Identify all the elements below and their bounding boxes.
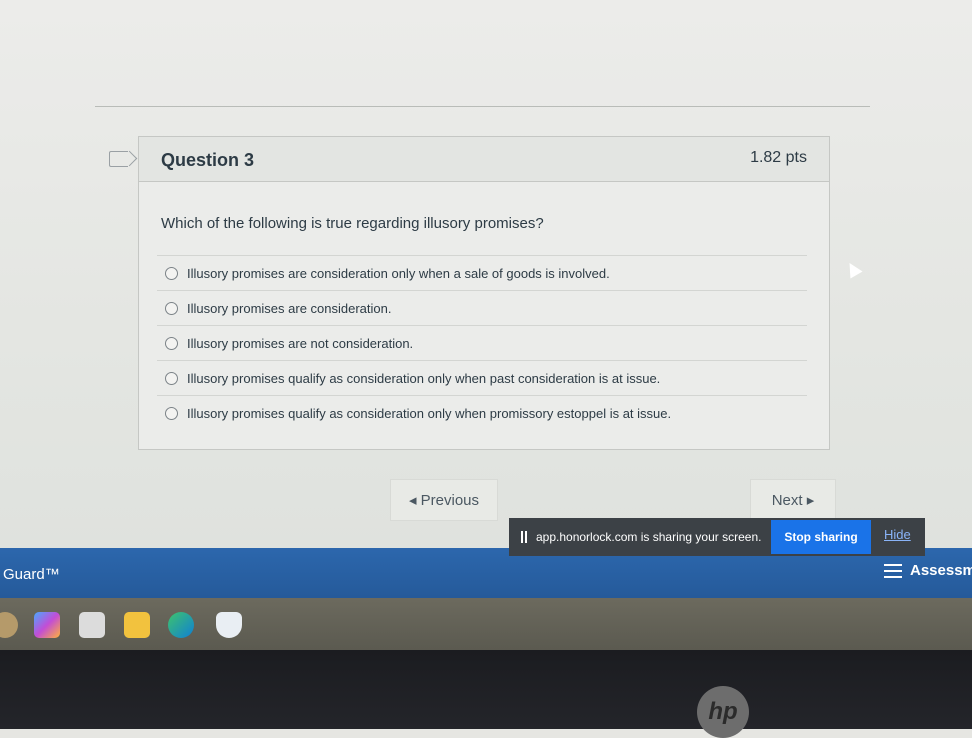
browser-viewport: Question 3 1.82 pts Which of the followi… [0, 0, 972, 548]
honorlock-shield-icon[interactable] [216, 612, 242, 638]
previous-button[interactable]: ◂ Previous [390, 479, 498, 521]
store-icon[interactable] [79, 612, 105, 638]
extension-label: Guard™ [3, 566, 60, 583]
radio-button[interactable] [165, 336, 178, 350]
screen-share-bar: app.honorlock.com is sharing your screen… [509, 518, 925, 556]
radio-button[interactable] [165, 406, 178, 420]
question-text: Which of the following is true regarding… [161, 215, 544, 232]
answer-option[interactable]: Illusory promises are consideration. [157, 290, 807, 325]
stop-sharing-button[interactable]: Stop sharing [771, 520, 871, 554]
answer-option[interactable]: Illusory promises are not consideration. [157, 325, 807, 360]
user-avatar-icon[interactable] [0, 612, 18, 638]
assessment-label: Assessm [910, 562, 972, 579]
answer-option[interactable]: Illusory promises are consideration only… [157, 255, 807, 290]
list-icon [884, 563, 902, 578]
divider [95, 106, 870, 107]
bookmark-flag-icon[interactable] [109, 151, 128, 167]
answer-label: Illusory promises are not consideration. [187, 335, 414, 351]
answer-label: Illusory promises qualify as considerati… [187, 405, 672, 421]
hide-button[interactable]: Hide [884, 527, 911, 542]
pause-icon [521, 531, 527, 543]
copilot-icon[interactable] [34, 612, 60, 638]
answer-option[interactable]: Illusory promises qualify as considerati… [157, 360, 807, 395]
radio-button[interactable] [165, 266, 178, 280]
question-header: Question 3 1.82 pts [139, 137, 829, 182]
question-points: 1.82 pts [750, 149, 807, 166]
file-explorer-icon[interactable] [124, 612, 150, 638]
edge-browser-icon[interactable] [168, 612, 194, 638]
radio-button[interactable] [165, 371, 178, 385]
answer-label: Illusory promises are consideration only… [187, 265, 610, 281]
radio-button[interactable] [165, 301, 178, 315]
question-card: Question 3 1.82 pts Which of the followi… [138, 136, 830, 450]
taskbar [0, 598, 972, 650]
share-message: app.honorlock.com is sharing your screen… [536, 530, 762, 544]
answer-label: Illusory promises are consideration. [187, 300, 392, 316]
next-button[interactable]: Next ▸ [750, 479, 836, 521]
hp-logo: hp [697, 686, 749, 738]
mouse-cursor-icon [843, 259, 863, 279]
assessment-button[interactable]: Assessm [884, 562, 972, 579]
laptop-bezel: hp [0, 650, 972, 738]
answer-list: Illusory promises are consideration only… [157, 255, 807, 430]
question-title: Question 3 [161, 150, 255, 170]
answer-option[interactable]: Illusory promises qualify as considerati… [157, 395, 807, 430]
answer-label: Illusory promises qualify as considerati… [187, 370, 661, 386]
